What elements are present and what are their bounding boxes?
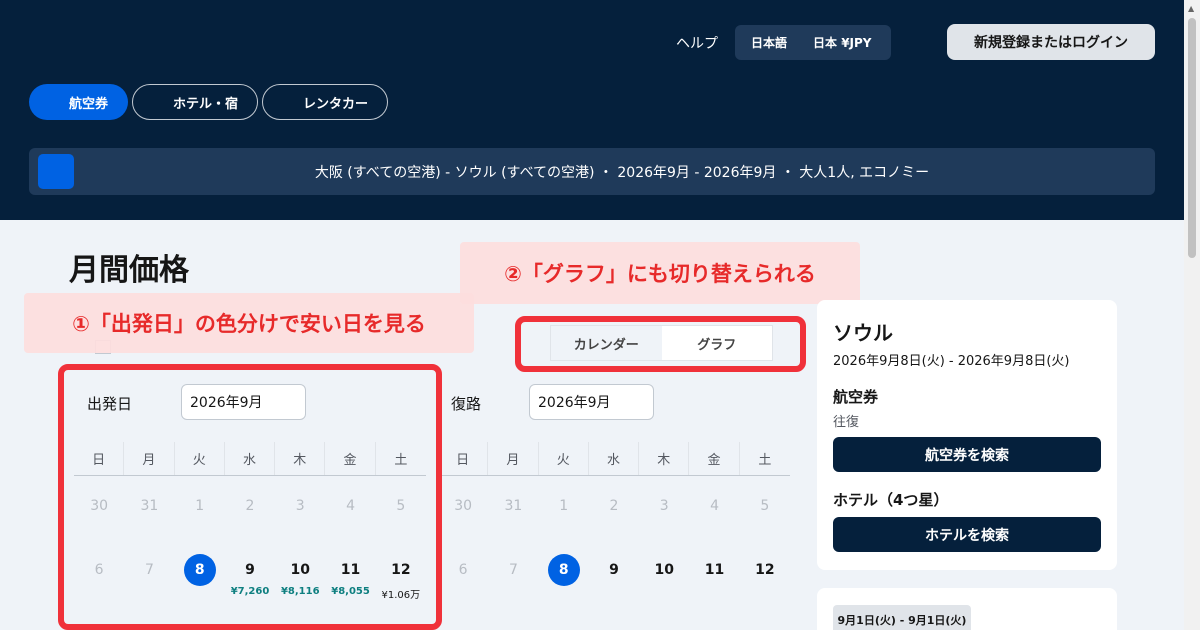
alt-dates-panel: 9月1日(火) - 9月1日(火) xyxy=(817,588,1117,630)
weekday-label: 金 xyxy=(689,442,740,475)
day-number: 8 xyxy=(547,554,580,586)
destination-panel: ソウル 2026年9月8日(火) - 2026年9月8日(火) 航空券 往復 航… xyxy=(817,300,1117,570)
search-flights-button[interactable]: 航空券を検索 xyxy=(833,437,1101,472)
search-summary-text: 大阪 (すべての空港) - ソウル (すべての空港) ・ 2026年9月 - 2… xyxy=(314,164,930,181)
annotation-one: ①「出発日」の色分けで安い日を見る xyxy=(24,293,474,353)
calendar-day[interactable]: 5 xyxy=(740,476,790,540)
alt-date-chip[interactable]: 9月1日(火) - 9月1日(火) xyxy=(833,605,971,630)
return-week-row: 30 31 1 2 3 4 5 xyxy=(438,476,790,540)
search-hotels-button[interactable]: ホテルを検索 xyxy=(833,517,1101,552)
login-button[interactable]: 新規登録またはログイン xyxy=(947,24,1155,60)
calendar-day[interactable]: 9 xyxy=(589,540,639,604)
weekday-label: 火 xyxy=(539,442,589,475)
trip-type: 往復 xyxy=(833,415,860,430)
weekday-label: 土 xyxy=(758,453,772,468)
day-number: 5 xyxy=(760,498,770,514)
page-title: 月間価格 xyxy=(69,253,189,288)
day-number: 31 xyxy=(504,498,523,514)
calendar-day[interactable]: 30 xyxy=(438,476,488,540)
day-number: 3 xyxy=(659,498,669,514)
calendar-day[interactable]: 31 xyxy=(488,476,538,540)
locale-button[interactable]: 日本語 日本 ¥JPY xyxy=(735,25,891,60)
weekday-label: 月 xyxy=(488,442,539,475)
calendar-day[interactable]: 10 xyxy=(639,540,689,604)
calendar-day[interactable]: 4 xyxy=(689,476,739,540)
tab-car-rental-label: レンタカー xyxy=(303,96,369,112)
return-week-row: 6 7 8 9 10 11 12 xyxy=(438,540,790,604)
day-number: 9 xyxy=(609,562,619,578)
hotel-heading: ホテル（4つ星） xyxy=(833,491,949,509)
calendar-day[interactable]: 2 xyxy=(589,476,639,540)
weekday-label: 木 xyxy=(639,442,690,475)
return-month-select[interactable]: 2026年9月 xyxy=(529,384,654,420)
day-number: 7 xyxy=(508,562,518,578)
region-currency-label: 日本 ¥JPY xyxy=(813,36,872,50)
destination-city: ソウル xyxy=(833,321,893,345)
calendar-day[interactable]: 7 xyxy=(488,540,538,604)
annotation-two: ②「グラフ」にも切り替えられる xyxy=(460,242,860,304)
tab-hotels[interactable]: ホテル・宿 xyxy=(132,84,258,120)
day-number: 30 xyxy=(454,498,473,514)
search-summary-bar[interactable]: 大阪 (すべての空港) - ソウル (すべての空港) ・ 2026年9月 - 2… xyxy=(29,148,1155,195)
scrollbar-thumb[interactable] xyxy=(1188,18,1196,258)
flights-heading: 航空券 xyxy=(833,388,879,406)
day-number: 6 xyxy=(458,562,468,578)
day-number: 4 xyxy=(710,498,719,514)
language-label: 日本語 xyxy=(751,36,788,50)
weekday-label: 水 xyxy=(589,442,640,475)
tab-flights-label: 航空券 xyxy=(69,96,109,112)
toggle-highlight-box xyxy=(515,316,806,372)
outbound-highlight-box xyxy=(58,364,442,630)
help-link[interactable]: ヘルプ xyxy=(676,33,718,53)
return-calendar: 日月火水木金土 30 31 1 2 3 4 5 6 7 8 9 10 11 12 xyxy=(438,442,790,604)
day-number: 11 xyxy=(704,562,725,578)
calendar-day[interactable]: 8 xyxy=(539,540,589,604)
day-number: 12 xyxy=(755,562,775,578)
site-header: ヘルプ 日本語 日本 ¥JPY 新規登録またはログイン 航空券 ホテル・宿 レン… xyxy=(0,0,1200,220)
return-weekday-header: 日月火水木金 土 xyxy=(438,442,790,476)
scroll-up-arrow-icon[interactable]: ▲ xyxy=(1188,4,1194,13)
calendar-day[interactable]: 3 xyxy=(639,476,689,540)
tab-car-rental[interactable]: レンタカー xyxy=(262,84,388,120)
return-label: 復路 xyxy=(451,395,482,413)
day-number: 10 xyxy=(654,562,674,578)
calendar-day[interactable]: 1 xyxy=(539,476,589,540)
tab-hotels-label: ホテル・宿 xyxy=(173,96,239,112)
day-number: 1 xyxy=(559,498,569,514)
selected-dates: 2026年9月8日(火) - 2026年9月8日(火) xyxy=(833,354,1070,369)
weekday-label: 日 xyxy=(438,442,489,475)
tab-flights[interactable]: 航空券 xyxy=(29,84,128,120)
calendar-day[interactable]: 6 xyxy=(438,540,488,604)
day-number: 2 xyxy=(609,498,619,514)
calendar-day[interactable]: 12 xyxy=(740,540,790,604)
calendar-day[interactable]: 11 xyxy=(689,540,739,604)
